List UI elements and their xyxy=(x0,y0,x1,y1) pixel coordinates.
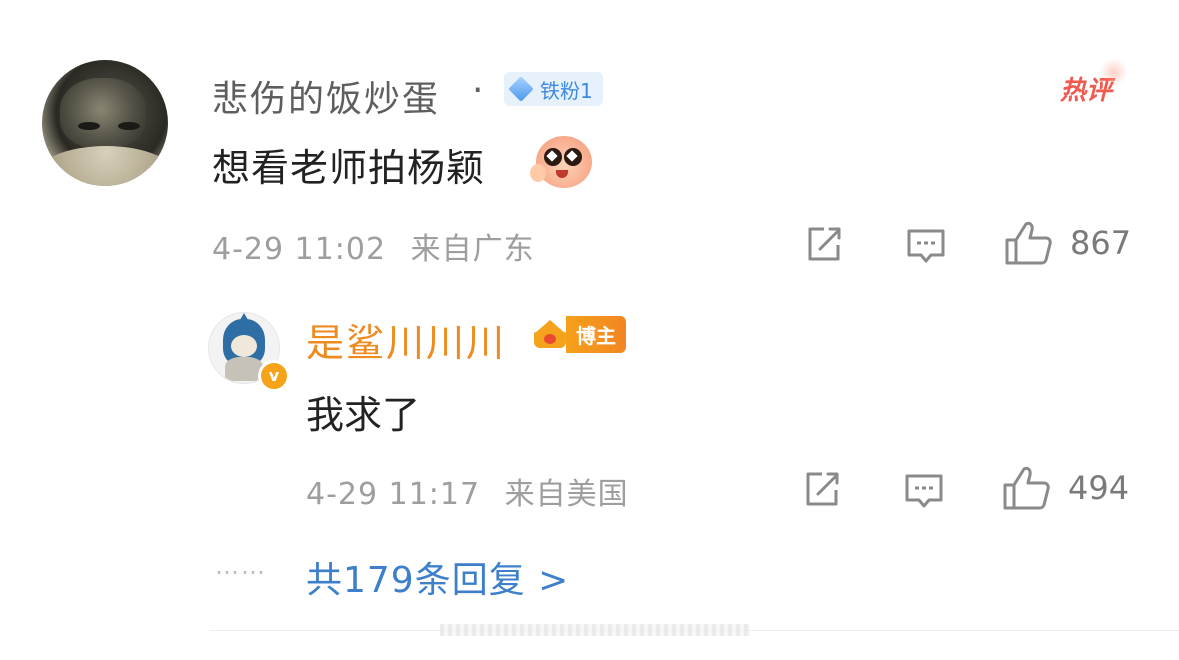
blogger-badge: 博主 xyxy=(530,314,626,354)
star-eyes-emoji-icon xyxy=(530,136,592,188)
thumbs-up-icon xyxy=(1005,221,1052,265)
crown-icon xyxy=(530,314,570,354)
fan-badge-label: 铁粉1 xyxy=(540,78,593,103)
reply-username[interactable]: 是鲨川川川 xyxy=(306,312,506,367)
reply-like-count: 494 xyxy=(1068,469,1130,507)
avatar-arm xyxy=(42,146,168,186)
emoji-eye xyxy=(544,148,562,166)
like-button[interactable]: 867 xyxy=(1004,220,1131,266)
blogger-badge-label: 博主 xyxy=(566,315,626,353)
watermark xyxy=(440,624,750,636)
emoji-mouth xyxy=(556,170,568,178)
reply-repost-button[interactable] xyxy=(802,469,842,509)
thumbs-up-icon xyxy=(1003,466,1050,510)
repost-button[interactable] xyxy=(804,224,844,264)
share-icon xyxy=(806,472,839,506)
avatar-face xyxy=(60,78,146,148)
share-icon xyxy=(808,227,841,261)
user-avatar[interactable] xyxy=(42,60,168,186)
fan-badge[interactable]: 铁粉1 xyxy=(504,72,603,106)
reply-like-button[interactable]: 494 xyxy=(1002,465,1129,511)
comment-location: 来自广东 xyxy=(410,232,535,267)
like-count: 867 xyxy=(1070,224,1132,262)
reply-comment-button[interactable] xyxy=(904,471,944,511)
hot-comment-tag: 热评 xyxy=(1060,58,1129,107)
comment-icon xyxy=(907,229,945,263)
more-dots: …… xyxy=(215,552,267,580)
comment-username[interactable]: 悲伤的饭炒蛋 xyxy=(212,70,440,122)
reply-location: 来自美国 xyxy=(504,477,629,512)
name-separator: · xyxy=(472,70,484,111)
comment-meta: 4-29 11:02 来自广东 xyxy=(212,224,535,268)
comment-time: 4-29 11:02 xyxy=(212,232,387,267)
reply-meta: 4-29 11:17 来自美国 xyxy=(306,469,629,513)
verified-badge-icon: v xyxy=(258,360,290,392)
more-replies-link[interactable]: 共179条回复 > xyxy=(306,551,569,603)
reply-time: 4-29 11:17 xyxy=(306,477,481,512)
reply-text: 我求了 xyxy=(306,393,421,437)
comment-icon xyxy=(905,474,943,508)
avatar-face xyxy=(231,335,257,357)
avatar-eye xyxy=(118,122,140,130)
comment-text: 想看老师拍杨颖 xyxy=(212,146,486,190)
avatar-eye xyxy=(78,122,100,130)
comment-button[interactable] xyxy=(906,226,946,266)
crown-gem xyxy=(544,334,556,344)
emoji-eye xyxy=(564,148,582,166)
emoji-hand xyxy=(530,164,546,182)
diamond-icon xyxy=(508,76,534,102)
